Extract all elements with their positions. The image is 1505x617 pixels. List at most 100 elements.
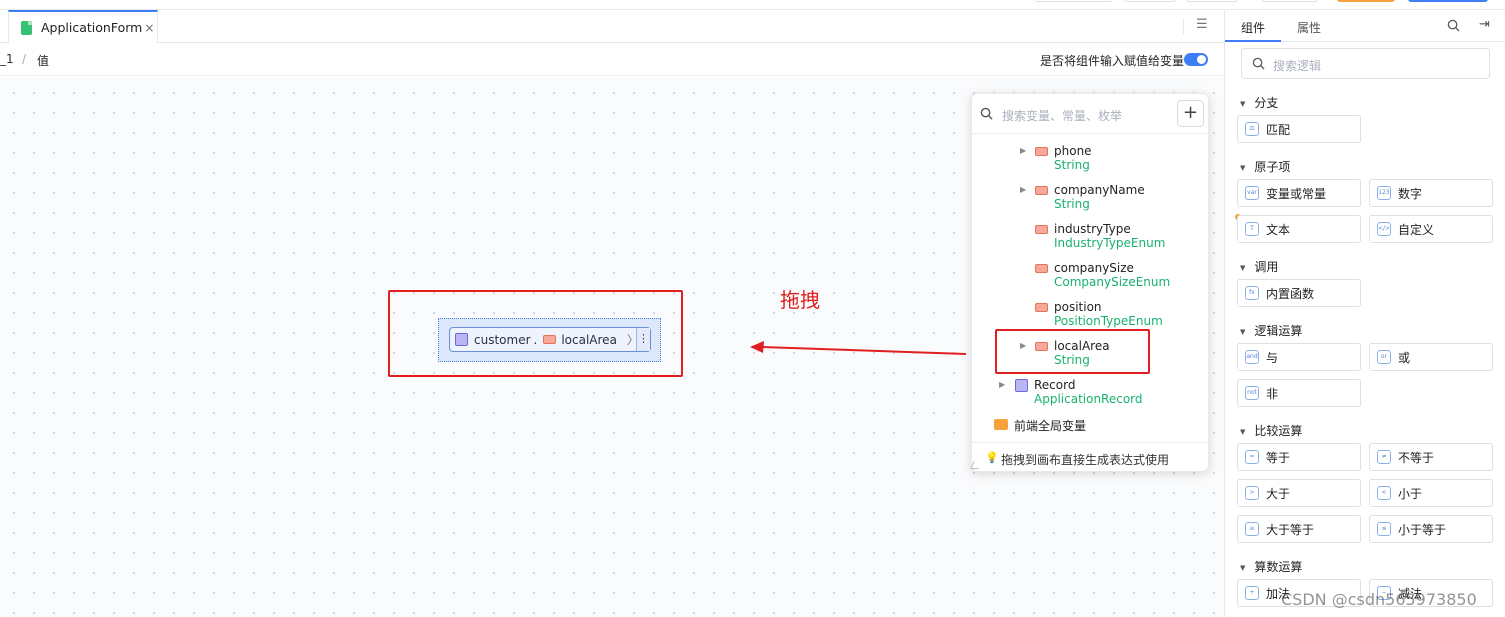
toolbar-button[interactable] bbox=[1035, 0, 1113, 2]
number-icon: 123 bbox=[1377, 186, 1391, 200]
tree-folder-name: 前端全局变量 bbox=[1014, 419, 1087, 433]
caret-right-icon[interactable]: ▶ bbox=[999, 380, 1005, 389]
text-icon: T bbox=[1245, 222, 1259, 236]
greater-equal-icon: ≥ bbox=[1245, 522, 1259, 536]
var-icon: var bbox=[1245, 186, 1259, 200]
block-not[interactable]: not 非 bbox=[1237, 379, 1361, 407]
block-greater[interactable]: > 大于 bbox=[1237, 479, 1361, 507]
tree-item-type: IndustryTypeEnum bbox=[1054, 236, 1166, 250]
collapse-panel-icon[interactable]: ⇥ bbox=[1479, 17, 1490, 32]
section-title: 算数运算 bbox=[1254, 560, 1303, 574]
toolbar-button[interactable] bbox=[1262, 0, 1318, 2]
tab-components[interactable]: 组件 bbox=[1241, 19, 1265, 36]
block-greater-equal[interactable]: ≥ 大于等于 bbox=[1237, 515, 1361, 543]
expression-dot: . bbox=[533, 332, 538, 347]
assign-toggle-switch[interactable] bbox=[1184, 53, 1208, 66]
tree-item-name: phone bbox=[1054, 144, 1092, 158]
section-arithmetic-ops[interactable]: ▼ 算数运算 bbox=[1240, 558, 1302, 575]
search-icon bbox=[1252, 57, 1265, 70]
folder-icon bbox=[994, 419, 1008, 430]
block-and[interactable]: and 与 bbox=[1237, 343, 1361, 371]
toolbar-button-orange[interactable] bbox=[1337, 0, 1395, 2]
or-icon: or bbox=[1377, 350, 1391, 364]
section-logic-ops[interactable]: ▼ 逻辑运算 bbox=[1240, 322, 1302, 339]
variable-search-placeholder: 搜索变量、常量、枚举 bbox=[1002, 109, 1123, 123]
block-label: 等于 bbox=[1266, 450, 1291, 465]
search-icon[interactable] bbox=[1447, 19, 1460, 32]
caret-right-icon[interactable]: ▶ bbox=[1020, 146, 1026, 155]
caret-down-icon: ▼ bbox=[1240, 164, 1246, 172]
tree-item-global-variables[interactable]: 前端全局变量 bbox=[972, 417, 1210, 435]
block-less[interactable]: < 小于 bbox=[1369, 479, 1493, 507]
block-custom[interactable]: </> 自定义 bbox=[1369, 215, 1493, 243]
caret-down-icon: ▼ bbox=[1240, 428, 1246, 436]
more-icon[interactable]: ⋮ bbox=[636, 328, 650, 351]
toolbar-button[interactable] bbox=[1186, 0, 1238, 2]
close-icon[interactable]: × bbox=[144, 21, 154, 35]
toolbar-button-primary[interactable] bbox=[1408, 0, 1488, 2]
tree-item-type: String bbox=[1054, 197, 1090, 211]
section-call[interactable]: ▼ 调用 bbox=[1240, 258, 1278, 275]
tree-item-industrytype[interactable]: industryType IndustryTypeEnum bbox=[972, 222, 1210, 252]
tree-item-position[interactable]: position PositionTypeEnum bbox=[972, 300, 1210, 330]
caret-down-icon: ▼ bbox=[1240, 100, 1246, 108]
object-icon bbox=[455, 333, 468, 346]
block-variable-or-constant[interactable]: var 变量或常量 bbox=[1237, 179, 1361, 207]
section-title: 逻辑运算 bbox=[1254, 324, 1303, 338]
greater-icon: > bbox=[1245, 486, 1259, 500]
block-number[interactable]: 123 数字 bbox=[1369, 179, 1493, 207]
block-label: 大于等于 bbox=[1266, 522, 1315, 537]
tree-item-companyname[interactable]: ▶ companyName String bbox=[972, 183, 1210, 213]
right-panel: 组件 属性 ⇥ 搜索逻辑 ▼ 分支 ⚖ 匹配 ▼ 原子项 var 变量或常量 123 数字… bbox=[1224, 10, 1505, 617]
not-icon: not bbox=[1245, 386, 1259, 400]
watermark: CSDN @csdn565973850 bbox=[1281, 590, 1477, 609]
logic-search-input[interactable]: 搜索逻辑 bbox=[1241, 48, 1490, 79]
breadcrumb: _1 / 值 是否将组件输入赋值给变量 bbox=[0, 43, 1224, 76]
expression-object: customer bbox=[474, 332, 531, 347]
block-match[interactable]: ⚖ 匹配 bbox=[1237, 115, 1361, 143]
caret-down-icon: ▼ bbox=[1240, 564, 1246, 572]
tab-properties[interactable]: 属性 bbox=[1297, 19, 1321, 36]
tree-item-phone[interactable]: ▶ phone String bbox=[972, 144, 1210, 174]
tree-item-name: companySize bbox=[1054, 261, 1134, 275]
variable-search[interactable]: 搜索变量、常量、枚举 + bbox=[972, 94, 1210, 134]
property-icon bbox=[543, 335, 557, 344]
expression-chip[interactable]: customer . localArea 〉 ⋮ bbox=[449, 327, 651, 352]
breadcrumb-item[interactable]: _1 bbox=[0, 52, 14, 66]
panel-tabs: 组件 属性 ⇥ bbox=[1225, 10, 1505, 42]
picker-footer: 💡 拖拽到画布直接生成表达式使用 bbox=[972, 442, 1210, 473]
block-text[interactable]: T 文本 bbox=[1237, 215, 1361, 243]
caret-down-icon: ▼ bbox=[1240, 264, 1246, 272]
block-builtin-function[interactable]: fx 内置函数 bbox=[1237, 279, 1361, 307]
breadcrumb-item-current: 值 bbox=[37, 54, 50, 68]
section-title: 原子项 bbox=[1254, 160, 1291, 174]
property-icon bbox=[1035, 147, 1048, 156]
tree-item-name: position bbox=[1054, 300, 1102, 314]
block-less-equal[interactable]: ≤ 小于等于 bbox=[1369, 515, 1493, 543]
section-title: 分支 bbox=[1254, 96, 1279, 110]
toolbar-button[interactable] bbox=[1124, 0, 1176, 2]
divider bbox=[1183, 18, 1184, 34]
object-icon bbox=[1015, 379, 1028, 392]
caret-right-icon[interactable]: ▶ bbox=[1020, 185, 1026, 194]
block-label: 与 bbox=[1266, 350, 1279, 365]
tree-item-companysize[interactable]: companySize CompanySizeEnum bbox=[972, 261, 1210, 291]
code-icon: </> bbox=[1377, 222, 1391, 236]
section-compare-ops[interactable]: ▼ 比较运算 bbox=[1240, 422, 1302, 439]
block-or[interactable]: or 或 bbox=[1369, 343, 1493, 371]
assign-toggle-label: 是否将组件输入赋值给变量 bbox=[1039, 54, 1184, 68]
tree-item-record[interactable]: ▶ Record ApplicationRecord bbox=[972, 378, 1210, 408]
block-not-equal[interactable]: ≠ 不等于 bbox=[1369, 443, 1493, 471]
block-label: 匹配 bbox=[1266, 122, 1291, 137]
annotation-drag-label: 拖拽 bbox=[780, 288, 820, 312]
less-equal-icon: ≤ bbox=[1377, 522, 1391, 536]
list-icon[interactable]: ☰ bbox=[1196, 18, 1210, 32]
tab-title: ApplicationForm bbox=[41, 20, 143, 35]
block-equal[interactable]: = 等于 bbox=[1237, 443, 1361, 471]
section-branch[interactable]: ▼ 分支 bbox=[1240, 94, 1278, 111]
section-atomic[interactable]: ▼ 原子项 bbox=[1240, 158, 1290, 175]
tab-applicationform[interactable]: ApplicationForm × bbox=[8, 10, 158, 43]
tree-item-type: CompanySizeEnum bbox=[1054, 275, 1171, 289]
add-button[interactable]: + bbox=[1177, 100, 1204, 127]
variable-picker-popover: 搜索变量、常量、枚举 + ▶ phone String ▶ companyNam… bbox=[970, 93, 1210, 473]
